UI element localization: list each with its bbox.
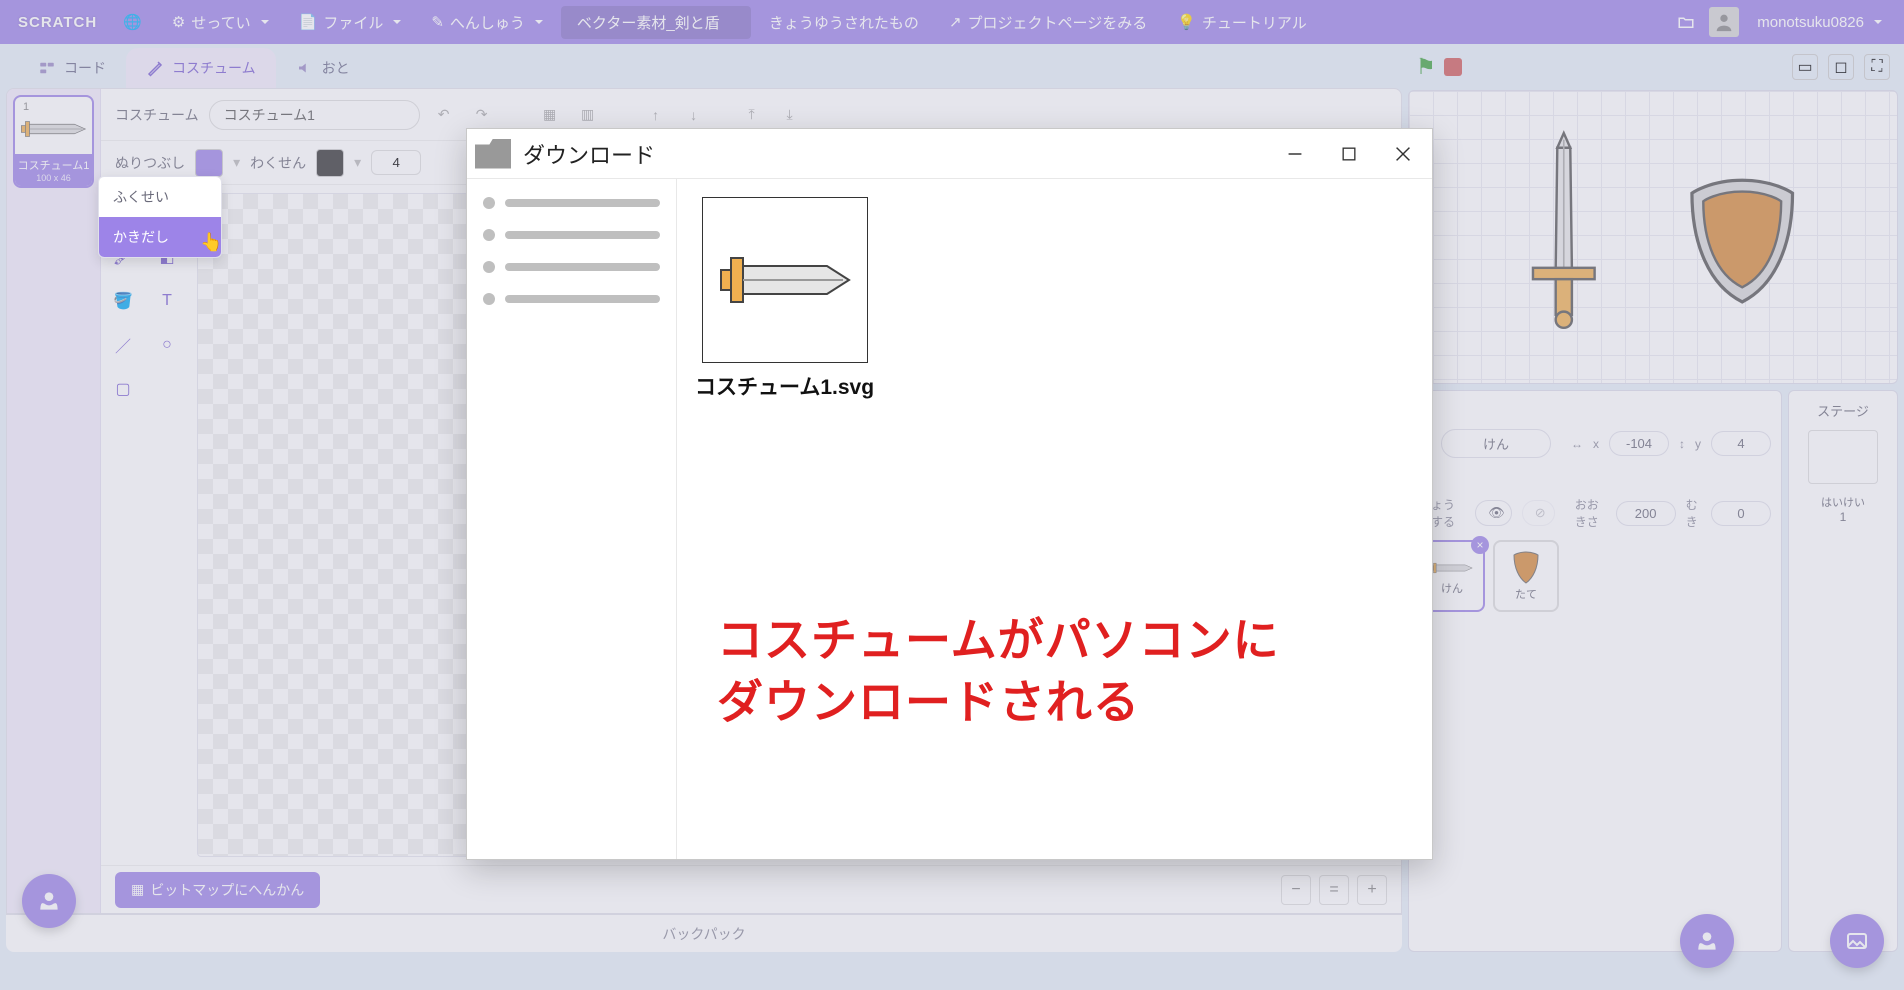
file-name-label: コスチューム1.svg <box>695 371 874 401</box>
dialog-titlebar: ダウンロード <box>467 129 1432 179</box>
sidebar-item[interactable] <box>483 229 660 241</box>
download-dialog: ダウンロード コスチューム1.svg <box>466 128 1433 860</box>
costume-context-menu: ふくせい かきだし <box>98 176 222 258</box>
sidebar-item[interactable] <box>483 293 660 305</box>
file-thumbnail <box>702 197 868 363</box>
folder-icon <box>475 139 511 169</box>
file-item[interactable]: コスチューム1.svg <box>695 197 874 401</box>
dialog-content: コスチューム1.svg コスチュームがパソコンに ダウンロードされる <box>677 179 1432 859</box>
dialog-sidebar <box>467 179 677 859</box>
dialog-title: ダウンロード <box>523 138 1262 170</box>
maximize-button[interactable] <box>1328 136 1370 172</box>
annotation-text: コスチュームがパソコンに ダウンロードされる <box>717 609 1280 733</box>
ctx-duplicate[interactable]: ふくせい <box>99 177 221 217</box>
sidebar-item[interactable] <box>483 197 660 209</box>
sword-file-icon <box>715 240 855 320</box>
sidebar-item[interactable] <box>483 261 660 273</box>
minimize-button[interactable] <box>1274 136 1316 172</box>
close-button[interactable] <box>1382 136 1424 172</box>
ctx-export[interactable]: かきだし <box>99 217 221 257</box>
